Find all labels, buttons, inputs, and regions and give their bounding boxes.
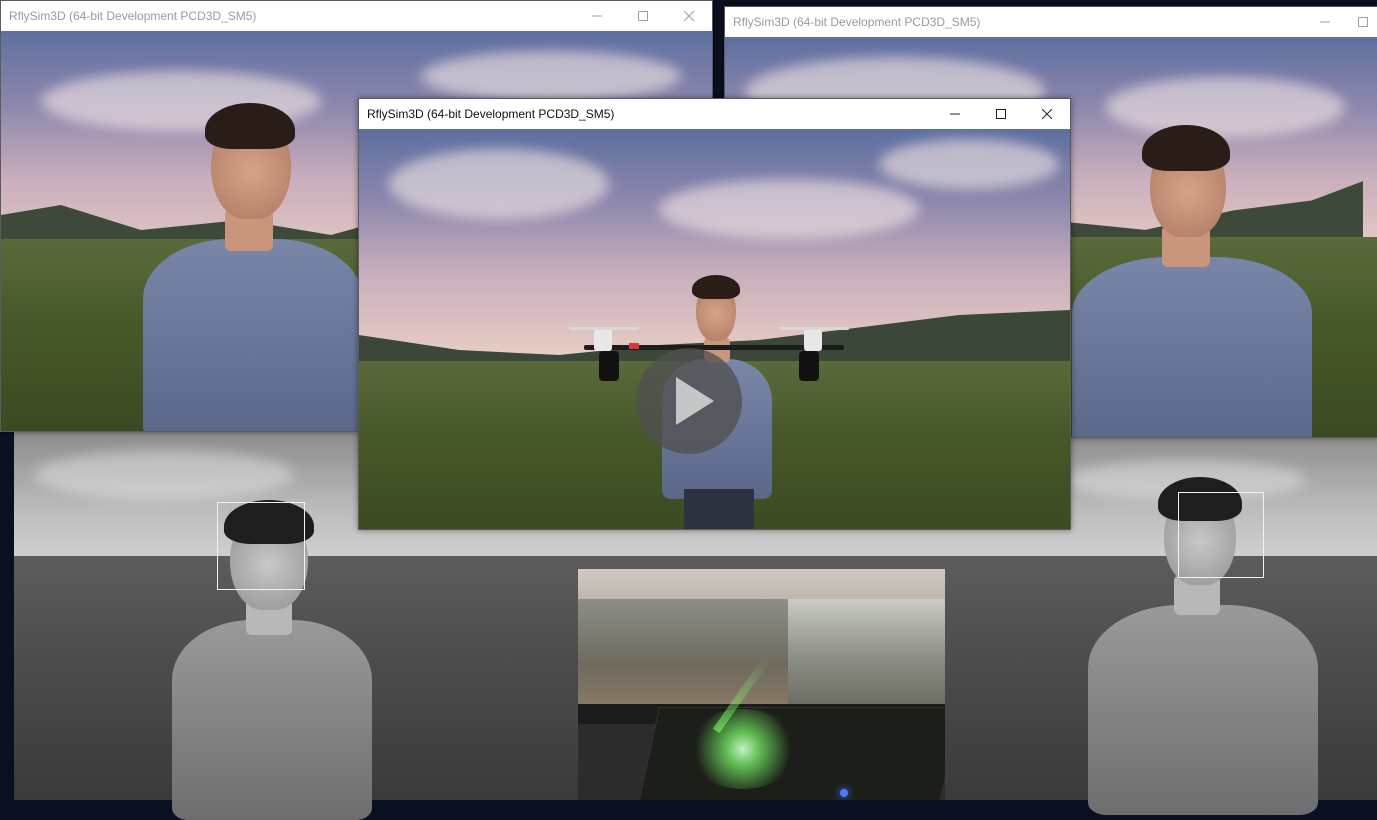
title-bar[interactable]: RflySim3D (64-bit Development PCD3D_SM5) xyxy=(725,7,1377,37)
led-blue xyxy=(840,789,848,797)
maximize-icon xyxy=(996,109,1006,119)
minimize-icon xyxy=(950,113,960,115)
rflysim-window-center[interactable]: RflySim3D (64-bit Development PCD3D_SM5) xyxy=(358,98,1071,530)
close-icon xyxy=(1042,109,1052,119)
person-figure xyxy=(141,99,371,431)
minimize-button[interactable] xyxy=(932,99,978,129)
maximize-icon xyxy=(1358,17,1368,27)
close-button[interactable] xyxy=(1024,99,1070,129)
maximize-button[interactable] xyxy=(620,1,666,31)
minimize-button[interactable] xyxy=(574,1,620,31)
close-icon xyxy=(684,11,694,21)
title-bar[interactable]: RflySim3D (64-bit Development PCD3D_SM5) xyxy=(359,99,1070,129)
play-icon[interactable] xyxy=(636,348,742,454)
camera-photo-hardware xyxy=(578,569,945,800)
face-detection-box xyxy=(217,502,305,590)
led-green-glow xyxy=(688,709,798,789)
close-button[interactable] xyxy=(666,1,712,31)
title-bar[interactable]: RflySim3D (64-bit Development PCD3D_SM5) xyxy=(1,1,712,31)
maximize-button[interactable] xyxy=(1348,7,1377,37)
maximize-button[interactable] xyxy=(978,99,1024,129)
minimize-icon xyxy=(592,15,602,17)
render-viewport[interactable] xyxy=(359,129,1070,529)
window-title: RflySim3D (64-bit Development PCD3D_SM5) xyxy=(733,15,981,29)
maximize-icon xyxy=(638,11,648,21)
window-title: RflySim3D (64-bit Development PCD3D_SM5) xyxy=(367,107,615,121)
window-title: RflySim3D (64-bit Development PCD3D_SM5) xyxy=(9,9,257,23)
face-detection-box xyxy=(1178,492,1264,578)
person-figure xyxy=(1070,117,1320,437)
minimize-icon xyxy=(1320,21,1330,23)
minimize-button[interactable] xyxy=(1302,7,1348,37)
